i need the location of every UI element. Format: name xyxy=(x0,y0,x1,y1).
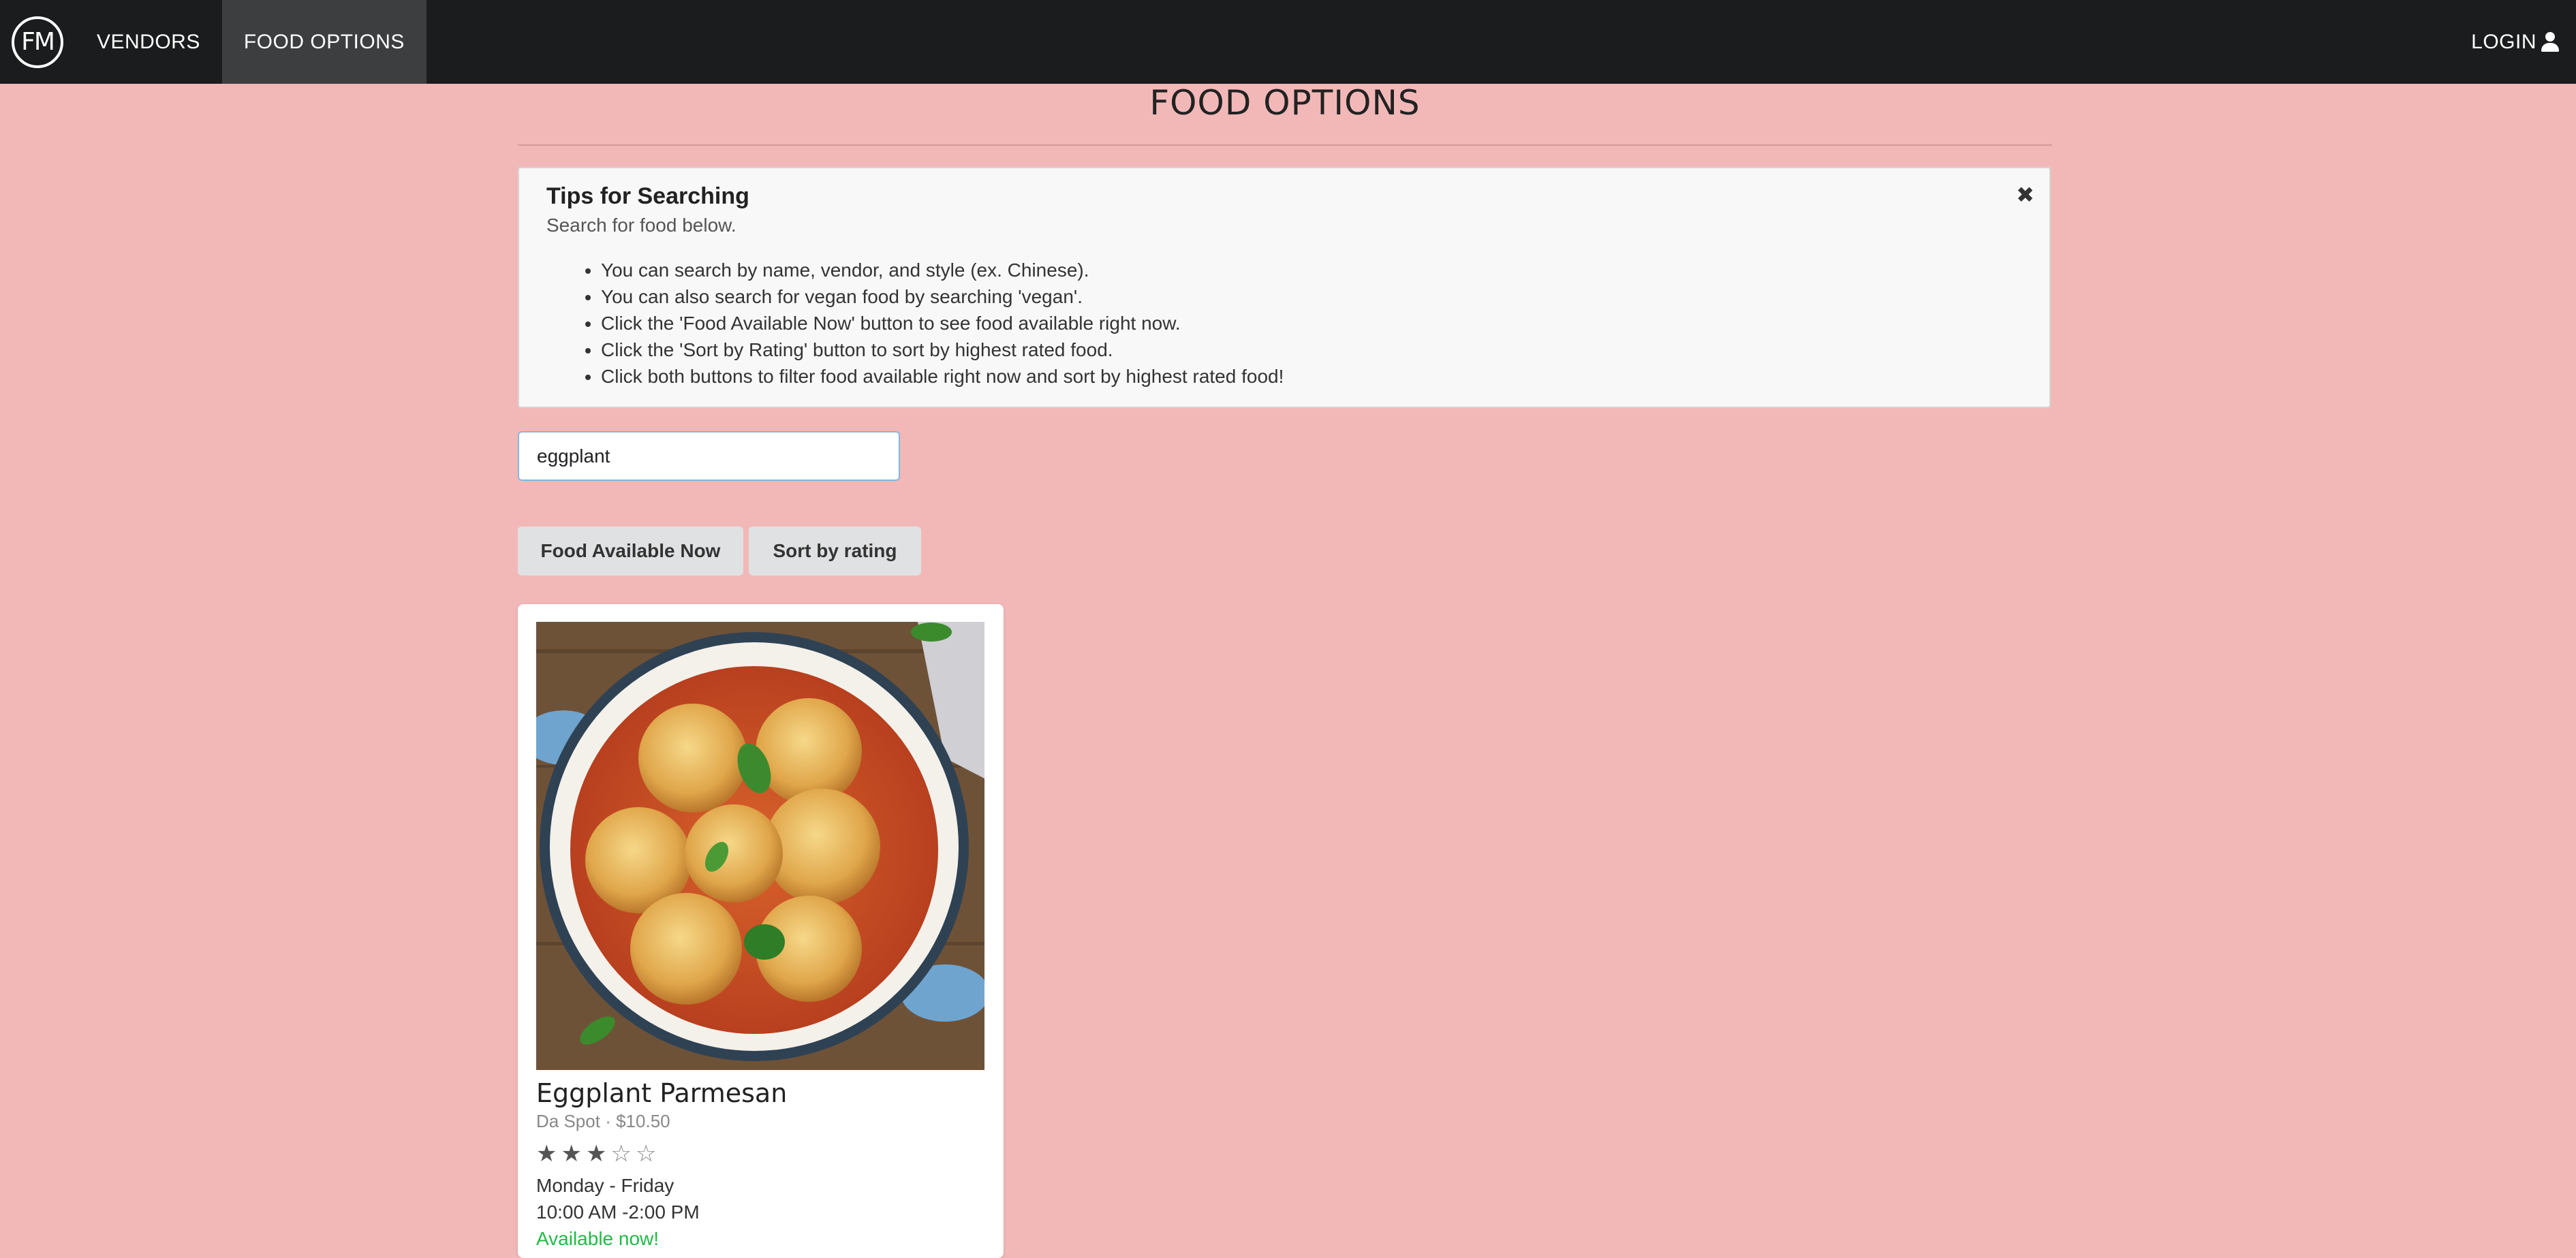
food-price: $10.50 xyxy=(616,1111,670,1131)
tips-list-item: You can search by name, vendor, and styl… xyxy=(601,257,1284,283)
food-meta: Da Spot · $10.50 xyxy=(536,1111,670,1132)
nav-item-label: FOOD OPTIONS xyxy=(243,30,405,53)
food-card[interactable]: Eggplant Parmesan Da Spot · $10.50 ★ ★ ★… xyxy=(518,604,1004,1258)
sort-by-rating-button[interactable]: Sort by rating xyxy=(749,526,921,576)
tips-list-item: Click the 'Sort by Rating' button to sor… xyxy=(601,336,1284,363)
login-button[interactable]: LOGIN xyxy=(2449,0,2576,84)
tips-subtitle: Search for food below. xyxy=(546,215,736,236)
star-full-icon: ★ xyxy=(536,1141,557,1167)
food-hours: 10:00 AM -2:00 PM xyxy=(536,1201,700,1223)
food-name: Eggplant Parmesan xyxy=(536,1078,788,1108)
tips-message: ✖ Tips for Searching Search for food bel… xyxy=(518,167,2051,408)
tips-list-item: You can also search for vegan food by se… xyxy=(601,283,1284,310)
food-available-now-button[interactable]: Food Available Now xyxy=(518,526,743,576)
star-full-icon: ★ xyxy=(561,1141,582,1167)
food-image xyxy=(536,622,984,1070)
logo[interactable]: FM xyxy=(0,0,75,84)
tips-list-item: Click the 'Food Available Now' button to… xyxy=(601,310,1284,336)
fm-logo-icon: FM xyxy=(12,16,63,68)
tips-list: You can search by name, vendor, and styl… xyxy=(546,257,1284,390)
tips-list-item: Click both buttons to filter food availa… xyxy=(601,363,1284,390)
food-days: Monday - Friday xyxy=(536,1175,674,1196)
meta-separator: · xyxy=(605,1111,611,1131)
search-input[interactable] xyxy=(518,431,900,481)
close-icon[interactable]: ✖ xyxy=(2016,182,2034,208)
nav-item-vendors[interactable]: VENDORS xyxy=(75,0,222,84)
star-empty-icon: ☆ xyxy=(635,1141,657,1167)
star-full-icon: ★ xyxy=(585,1141,607,1167)
login-label: LOGIN xyxy=(2471,30,2536,53)
vendor-name: Da Spot xyxy=(536,1111,600,1131)
rating-stars: ★ ★ ★ ☆ ☆ xyxy=(536,1142,656,1165)
nav-item-food-options[interactable]: FOOD OPTIONS xyxy=(221,0,426,84)
logo-text: FM xyxy=(21,28,55,56)
tips-title: Tips for Searching xyxy=(546,183,749,209)
title-divider xyxy=(518,144,2052,146)
page-title: FOOD OPTIONS xyxy=(1149,83,1421,123)
user-icon xyxy=(2541,31,2560,52)
star-empty-icon: ☆ xyxy=(610,1141,632,1167)
availability-status: Available now! xyxy=(536,1228,659,1249)
top-navbar: FM VENDORS FOOD OPTIONS LOGIN xyxy=(0,0,2576,84)
nav-item-label: VENDORS xyxy=(97,30,200,53)
